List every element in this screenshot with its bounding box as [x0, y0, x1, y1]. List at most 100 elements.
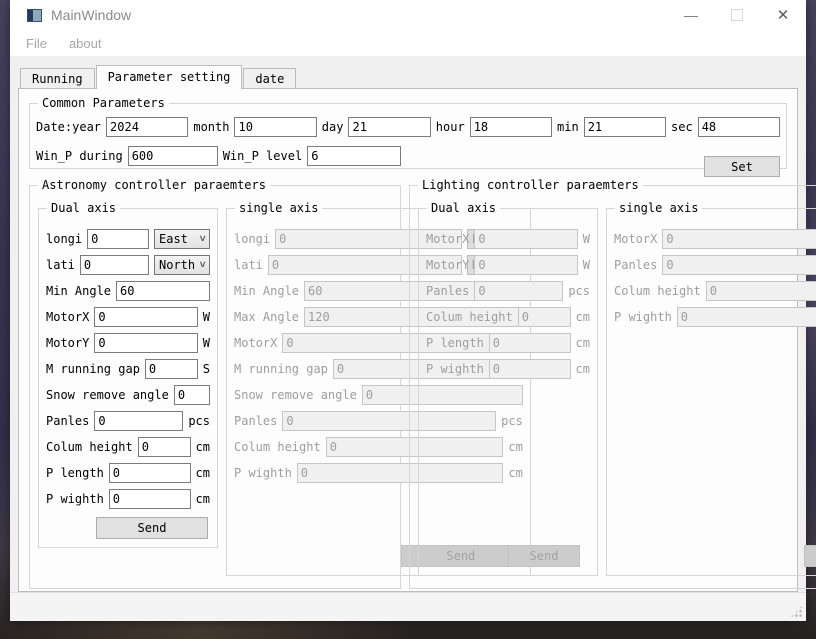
astro-dual-m-running-gap-input[interactable]	[145, 359, 198, 379]
maximize-button[interactable]	[714, 0, 760, 30]
longi-label: longi	[234, 232, 270, 246]
panles-label: Panles	[234, 414, 277, 428]
tab-bar: Running Parameter setting date	[20, 64, 806, 88]
unit-label: W	[583, 258, 590, 272]
hour-input[interactable]	[470, 117, 552, 137]
field-row: P wighth cm	[614, 307, 816, 327]
chevron-down-icon: ∨	[198, 260, 206, 270]
min-label: min	[557, 120, 579, 134]
p-length-label: P length	[46, 466, 104, 480]
field-row: P wighth cm	[426, 359, 590, 379]
min-angle-label: Min Angle	[46, 284, 111, 298]
year-input[interactable]	[106, 117, 188, 137]
chevron-down-icon: ∨	[198, 234, 206, 244]
light-single-motorx-input	[662, 229, 816, 249]
field-row: MotorY W	[426, 255, 590, 275]
resize-grip[interactable]	[790, 605, 803, 618]
field-row: Panles pcs	[614, 255, 816, 275]
colum-height-label: Colum height	[426, 310, 513, 324]
astro-dual-lati-input[interactable]	[80, 255, 149, 275]
lighting-sub-columns: Dual axis MotorX W MotorY W	[418, 208, 816, 580]
motorx-label: MotorX	[426, 232, 469, 246]
motorx-label: MotorX	[46, 310, 89, 324]
sec-label: sec	[671, 120, 693, 134]
field-row: Colum height cm	[614, 281, 816, 301]
tab-running[interactable]: Running	[20, 68, 95, 88]
light-dual-colum-height-input	[518, 307, 571, 327]
motory-label: MotorY	[426, 258, 469, 272]
lati-label: lati	[46, 258, 75, 272]
unit-label: W	[203, 336, 210, 350]
panles-label: Panles	[426, 284, 469, 298]
combo-value: North	[159, 258, 195, 272]
colum-height-label: Colum height	[614, 284, 701, 298]
winp-during-label: Win_P during	[36, 149, 123, 163]
astronomy-dual-axis-group: Dual axis longi East ∨ lati	[38, 208, 218, 548]
menu-about[interactable]: about	[58, 36, 113, 51]
light-single-send-button: Send	[804, 545, 816, 567]
astro-dual-longi-input[interactable]	[87, 229, 149, 249]
astro-dual-motorx-input[interactable]	[94, 307, 197, 327]
status-bar	[10, 592, 806, 621]
unit-label: W	[583, 232, 590, 246]
astro-dual-p-length-input[interactable]	[109, 463, 191, 483]
max-angle-label: Max Angle	[234, 310, 299, 324]
p-wighth-label: P wighth	[46, 492, 104, 506]
field-row: P wighth cm	[46, 489, 210, 509]
astro-dual-motory-input[interactable]	[94, 333, 197, 353]
set-button[interactable]: Set	[704, 156, 780, 177]
unit-label: pcs	[568, 284, 590, 298]
astronomy-single-axis-title: single axis	[235, 201, 322, 215]
min-input[interactable]	[584, 117, 666, 137]
title-bar: MainWindow — ✕	[10, 0, 806, 30]
m-running-gap-label: M running gap	[234, 362, 328, 376]
maximize-icon	[731, 9, 743, 21]
lighting-group-title: Lighting controller paraemters	[418, 178, 643, 192]
astro-dual-snow-remove-angle-input[interactable]	[174, 385, 210, 405]
panles-label: Panles	[614, 258, 657, 272]
menu-file[interactable]: File	[15, 36, 58, 51]
minimize-button[interactable]: —	[668, 0, 714, 30]
field-row: MotorX W	[426, 229, 590, 249]
lighting-dual-axis-title: Dual axis	[427, 201, 500, 215]
field-row: M running gap S	[46, 359, 210, 379]
winp-level-input[interactable]	[307, 146, 401, 166]
winp-during-input[interactable]	[128, 146, 218, 166]
tab-date[interactable]: date	[243, 68, 296, 88]
day-input[interactable]	[348, 117, 430, 137]
light-dual-motory-input	[474, 255, 577, 275]
astro-dual-lati-direction-select[interactable]: North ∨	[154, 255, 210, 275]
field-row: MotorY W	[46, 333, 210, 353]
field-row: longi East ∨	[46, 229, 210, 249]
astro-dual-p-wighth-input[interactable]	[109, 489, 191, 509]
sec-input[interactable]	[698, 117, 780, 137]
unit-label: cm	[576, 336, 590, 350]
light-single-panles-input	[662, 255, 816, 275]
motorx-label: MotorX	[234, 336, 277, 350]
winp-level-label: Win_P level	[223, 149, 302, 163]
main-window: MainWindow — ✕ File about Running Parame…	[10, 0, 806, 620]
astro-dual-longi-direction-select[interactable]: East ∨	[154, 229, 210, 249]
menu-bar: File about	[10, 30, 806, 56]
parameter-setting-pane: Common Parameters Date:year month day ho…	[18, 88, 798, 592]
panles-label: Panles	[46, 414, 89, 428]
field-row: MotorX W	[46, 307, 210, 327]
astro-dual-colum-height-input[interactable]	[138, 437, 191, 457]
year-label: Date:year	[36, 120, 101, 134]
close-button[interactable]: ✕	[760, 0, 806, 30]
p-wighth-label: P wighth	[426, 362, 484, 376]
p-wighth-label: P wighth	[234, 466, 292, 480]
close-icon: ✕	[777, 6, 790, 24]
tab-parameter-setting[interactable]: Parameter setting	[96, 65, 243, 89]
unit-label: cm	[576, 362, 590, 376]
lighting-single-axis-group: single axis MotorX W Panles pcs	[606, 208, 816, 576]
astro-dual-min-angle-input[interactable]	[116, 281, 210, 301]
window-title: MainWindow	[51, 7, 131, 23]
day-label: day	[322, 120, 344, 134]
astro-dual-panles-input[interactable]	[94, 411, 183, 431]
month-input[interactable]	[234, 117, 316, 137]
app-icon	[27, 9, 42, 22]
hour-label: hour	[436, 120, 465, 134]
content-area: Running Parameter setting date Common Pa…	[10, 56, 806, 592]
astro-dual-send-button[interactable]: Send	[96, 517, 208, 539]
